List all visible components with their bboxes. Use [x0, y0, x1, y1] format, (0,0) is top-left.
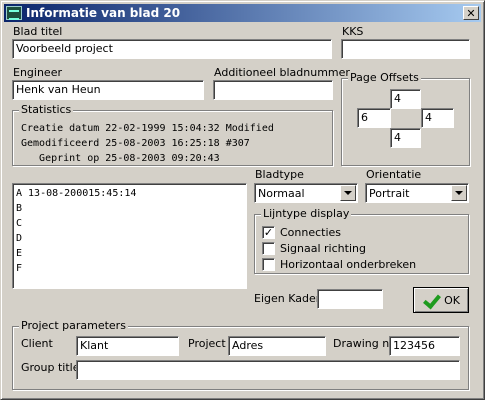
- orientatie-value: Portrait: [369, 187, 410, 200]
- chevron-down-icon[interactable]: [340, 185, 356, 201]
- drawing-nr-label: Drawing nr.: [333, 337, 397, 350]
- extra-sheet-number-label: Additioneel bladnummer: [214, 66, 350, 79]
- engineer-field[interactable]: Henk van Heun: [12, 80, 204, 100]
- bladtype-select[interactable]: Normaal: [254, 183, 358, 203]
- close-button[interactable]: ✕: [463, 6, 479, 20]
- connecties-label: Connecties: [280, 226, 342, 239]
- eigen-kader-label: Eigen Kader: [254, 292, 321, 305]
- sheet-title-field[interactable]: Voorbeeld project: [12, 39, 332, 59]
- client-field[interactable]: Klant: [76, 336, 179, 356]
- ok-button[interactable]: OK: [413, 287, 469, 313]
- horizontaal-onderbreken-label: Horizontaal onderbreken: [280, 258, 417, 271]
- eigen-kader-field[interactable]: [317, 289, 383, 309]
- list-item[interactable]: F: [16, 263, 22, 274]
- offset-bottom-field[interactable]: 4: [390, 128, 421, 148]
- offset-top-field[interactable]: 4: [390, 89, 421, 109]
- extra-sheet-number-field[interactable]: [213, 80, 333, 100]
- connecties-checkbox[interactable]: ✓: [262, 226, 275, 239]
- statistics-title: Statistics: [19, 103, 74, 116]
- list-item[interactable]: E: [16, 248, 22, 259]
- offset-left-field[interactable]: 6: [357, 108, 391, 128]
- kks-label: KKS: [342, 25, 364, 38]
- orientatie-label: Orientatie: [366, 168, 422, 181]
- stats-printed-line: Geprint op 25-08-2003 09:20:43: [21, 153, 220, 164]
- bladtype-label: Bladtype: [255, 168, 304, 181]
- drawing-nr-field[interactable]: 123456: [389, 336, 460, 356]
- engineer-label: Engineer: [13, 66, 62, 79]
- title-bar[interactable]: Informatie van blad 20 ✕: [4, 4, 481, 22]
- stats-modified-line: Gemodificeerd 25-08-2003 16:25:18 #307: [21, 138, 250, 149]
- list-item[interactable]: B: [16, 203, 22, 214]
- offset-right-field[interactable]: 4: [421, 108, 454, 128]
- list-item[interactable]: A 13-08-200015:45:14: [16, 188, 136, 199]
- kks-field[interactable]: [341, 39, 470, 59]
- project-parameters-title: Project parameters: [19, 319, 128, 332]
- chevron-down-icon[interactable]: [451, 185, 467, 201]
- statistics-group: Statistics Creatie datum 22-02-1999 15:0…: [12, 103, 333, 166]
- orientatie-select[interactable]: Portrait: [365, 183, 469, 203]
- sheet-title-label: Blad titel: [13, 25, 63, 38]
- ok-button-label: OK: [444, 293, 460, 307]
- page-offsets-title: Page Offsets: [348, 71, 421, 84]
- dialog-window: Informatie van blad 20 ✕ Blad titel Voor…: [0, 0, 485, 400]
- project-field[interactable]: Adres: [228, 336, 326, 356]
- signaal-richting-checkbox[interactable]: [262, 242, 275, 255]
- lijntype-title: Lijntype display: [261, 207, 352, 220]
- checkmark-icon: [422, 292, 440, 308]
- group-title-label: Group title: [21, 361, 80, 374]
- bladtype-value: Normaal: [258, 187, 305, 200]
- horizontaal-onderbreken-checkbox[interactable]: [262, 258, 275, 271]
- project-label: Project: [188, 337, 226, 350]
- list-item[interactable]: C: [16, 218, 22, 229]
- client-label: Client: [21, 337, 53, 350]
- signaal-richting-label: Signaal richting: [280, 242, 366, 255]
- list-item[interactable]: D: [16, 233, 22, 244]
- window-title: Informatie van blad 20: [26, 6, 181, 20]
- group-title-field[interactable]: [76, 360, 460, 380]
- app-icon: [6, 6, 22, 20]
- revision-list[interactable]: A 13-08-200015:45:14 B C D E F: [12, 183, 247, 289]
- stats-created-line: Creatie datum 22-02-1999 15:04:32 Modifi…: [21, 123, 274, 134]
